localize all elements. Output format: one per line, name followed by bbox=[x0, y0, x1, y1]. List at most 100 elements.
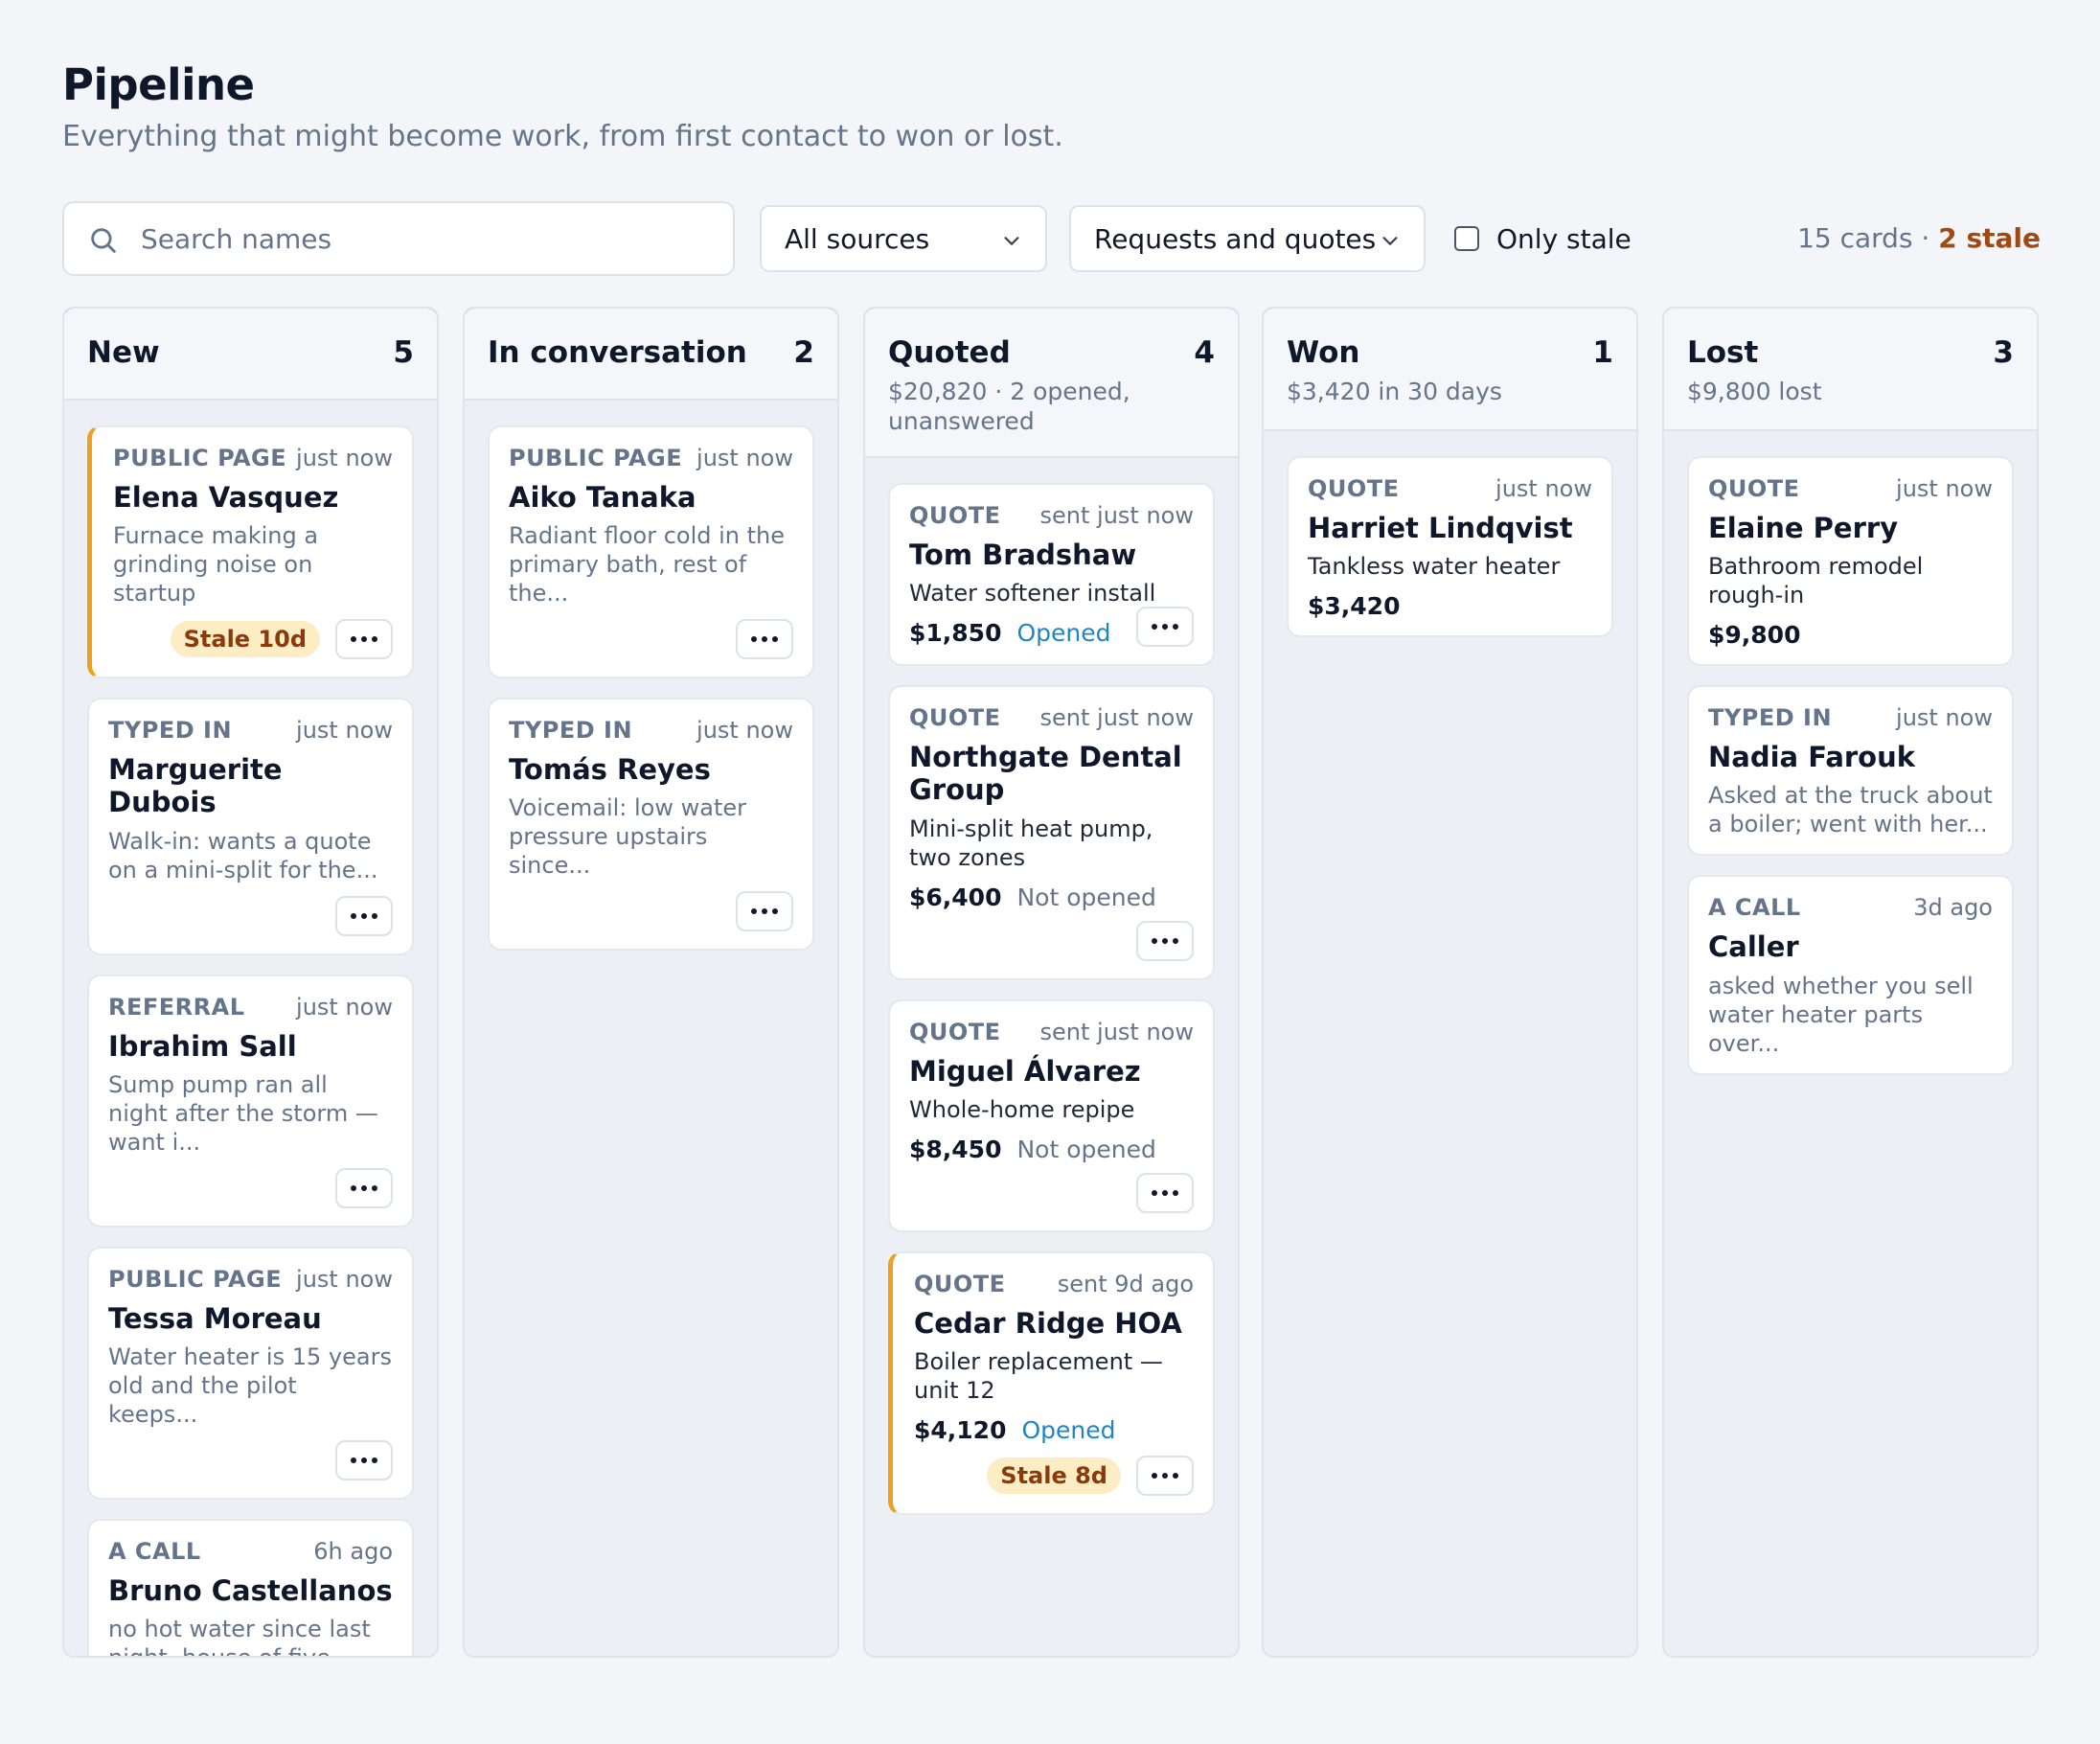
pipeline-card[interactable]: TYPED IN just now Tomás Reyes Voicemail: lo… bbox=[488, 698, 814, 952]
pipeline-card[interactable]: QUOTE sent just now Miguel Álvarez Whole-ho… bbox=[888, 998, 1215, 1232]
pipeline-card[interactable]: QUOTE sent just now Tom Bradshaw Water soft… bbox=[888, 483, 1215, 667]
more-options-button[interactable] bbox=[1136, 920, 1194, 961]
card-name[interactable]: Cedar Ridge HOA bbox=[914, 1307, 1194, 1340]
dot-icon bbox=[1173, 1473, 1178, 1480]
more-options-button[interactable] bbox=[736, 619, 793, 660]
dot-icon bbox=[372, 1457, 377, 1464]
column-summary: $3,420 in 30 days bbox=[1287, 378, 1502, 405]
card-amount: $1,850 bbox=[909, 619, 1002, 648]
card-time: just now bbox=[296, 717, 393, 745]
card-meta: PUBLIC PAGE just now bbox=[108, 1266, 393, 1293]
dot-icon bbox=[762, 636, 767, 643]
only-stale-checkbox[interactable] bbox=[1454, 226, 1479, 251]
card-amount: $6,400 bbox=[909, 883, 1002, 911]
more-options-button[interactable] bbox=[335, 1440, 393, 1481]
card-time: just now bbox=[296, 445, 393, 471]
search-input[interactable] bbox=[141, 203, 716, 274]
dot-icon bbox=[351, 636, 356, 643]
column-header: Won 1 $3,420 in 30 days bbox=[1264, 309, 1636, 431]
pipeline-card[interactable]: PUBLIC PAGE just now Elena Vasquez Furnace … bbox=[87, 425, 414, 679]
search-icon bbox=[91, 228, 116, 253]
column-in-conversation: In conversation 2 PUBLIC PAGE just now Aiko … bbox=[463, 307, 839, 1658]
card-meta: TYPED IN just now bbox=[108, 717, 393, 744]
source-select[interactable]: All sources bbox=[760, 205, 1047, 272]
quote-status: Opened bbox=[1016, 619, 1111, 648]
dot-icon bbox=[1173, 937, 1178, 944]
pipeline-card[interactable]: TYPED IN just now Marguerite Dubois Walk-in… bbox=[87, 698, 414, 955]
card-name[interactable]: Tessa Moreau bbox=[108, 1302, 393, 1335]
card-meta: QUOTE just now bbox=[1308, 475, 1592, 502]
column-title: Won bbox=[1287, 335, 1360, 370]
card-source: QUOTE bbox=[909, 502, 1001, 529]
pipeline-card[interactable]: TYPED IN just now Nadia Farouk Asked at the… bbox=[1687, 685, 2014, 857]
column-header: Lost 3 $9,800 lost bbox=[1664, 309, 2037, 431]
pipeline-card[interactable]: QUOTE just now Harriet Lindqvist Tankless w… bbox=[1287, 456, 1613, 638]
card-meta: TYPED IN just now bbox=[1708, 704, 1993, 731]
more-options-button[interactable] bbox=[335, 895, 393, 936]
column-header: New 5 bbox=[64, 309, 437, 401]
column-header: In conversation 2 bbox=[465, 309, 837, 401]
card-name[interactable]: Northgate Dental Group bbox=[909, 741, 1194, 806]
card-description: no hot water since last night, house of … bbox=[108, 1616, 371, 1656]
card-name[interactable]: Elaine Perry bbox=[1708, 512, 1993, 544]
more-options-button[interactable] bbox=[1136, 1172, 1194, 1213]
column-won: Won 1 $3,420 in 30 days QUOTE just now Harrie… bbox=[1262, 307, 1638, 1658]
more-options-button[interactable] bbox=[335, 619, 393, 660]
dot-icon bbox=[1152, 1189, 1157, 1196]
pipeline-card[interactable]: QUOTE just now Elaine Perry Bathroom remode… bbox=[1687, 456, 2014, 667]
card-name[interactable]: Ibrahim Sall bbox=[108, 1030, 393, 1063]
card-name[interactable]: Bruno Castellanos bbox=[108, 1574, 393, 1607]
card-description: Walk-in: wants a quote on a mini-split f… bbox=[108, 827, 378, 883]
card-name[interactable]: Nadia Farouk bbox=[1708, 741, 1993, 773]
card-name[interactable]: Caller bbox=[1708, 930, 1993, 963]
pipeline-card[interactable]: REFERRAL just now Ibrahim Sall Sump pump ra… bbox=[87, 974, 414, 1228]
dot-icon bbox=[772, 908, 778, 915]
card-description: Bathroom remodel rough-in bbox=[1708, 553, 1924, 609]
card-name[interactable]: Aiko Tanaka bbox=[509, 481, 793, 514]
more-options-button[interactable] bbox=[736, 891, 793, 932]
card-amount-row: $9,800 bbox=[1708, 621, 1993, 649]
dot-icon bbox=[1152, 937, 1157, 944]
card-footer: Stale 8d bbox=[914, 1454, 1194, 1498]
source-select-value: All sources bbox=[785, 222, 930, 255]
card-count: 15 cards bbox=[1797, 222, 1913, 254]
card-name[interactable]: Tom Bradshaw bbox=[909, 539, 1194, 571]
quote-status: Not opened bbox=[1016, 883, 1156, 911]
card-description: Tankless water heater bbox=[1308, 553, 1561, 581]
card-footer: Stale 10d bbox=[113, 617, 393, 661]
card-time: just now bbox=[696, 445, 793, 471]
column-count: 3 bbox=[1993, 335, 2014, 370]
card-name[interactable]: Marguerite Dubois bbox=[108, 753, 393, 818]
card-footer bbox=[909, 919, 1194, 963]
card-description: Mini-split heat pump, two zones bbox=[909, 815, 1153, 871]
card-source: TYPED IN bbox=[509, 717, 633, 745]
pipeline-card[interactable]: QUOTE sent 9d ago Cedar Ridge HOA Boiler re… bbox=[888, 1251, 1215, 1516]
search-box[interactable] bbox=[62, 201, 735, 276]
column-title: New bbox=[87, 335, 160, 370]
card-meta: A CALL 3d ago bbox=[1708, 894, 1993, 921]
page-subtitle: Everything that might become work, from … bbox=[62, 120, 1063, 153]
only-stale-toggle[interactable]: Only stale bbox=[1454, 218, 1632, 259]
view-select[interactable]: Requests and quotes bbox=[1069, 205, 1426, 272]
card-name[interactable]: Miguel Álvarez bbox=[909, 1055, 1194, 1088]
column-count: 5 bbox=[393, 335, 414, 370]
pipeline-card[interactable]: PUBLIC PAGE just now Tessa Moreau Water hea… bbox=[87, 1246, 414, 1501]
card-source: TYPED IN bbox=[108, 717, 233, 745]
dot-icon bbox=[762, 908, 767, 915]
more-options-button[interactable] bbox=[1136, 1456, 1194, 1497]
card-name[interactable]: Elena Vasquez bbox=[113, 481, 393, 514]
card-name[interactable]: Harriet Lindqvist bbox=[1308, 512, 1592, 544]
card-description: Whole-home repipe bbox=[909, 1095, 1135, 1123]
card-amount-row: $4,120 Opened bbox=[914, 1416, 1194, 1444]
pipeline-card[interactable]: A CALL 6h ago Bruno Castellanos no hot wate… bbox=[87, 1519, 414, 1656]
pipeline-card[interactable]: PUBLIC PAGE just now Aiko Tanaka Radiant fl… bbox=[488, 425, 814, 679]
card-meta: QUOTE just now bbox=[1708, 475, 1993, 502]
more-options-button[interactable] bbox=[1136, 607, 1194, 648]
card-amount: $3,420 bbox=[1308, 592, 1401, 621]
pipeline-card[interactable]: QUOTE sent just now Northgate Dental Group… bbox=[888, 685, 1215, 980]
more-options-button[interactable] bbox=[335, 1167, 393, 1208]
card-list: QUOTE just now Elaine Perry Bathroom remode… bbox=[1664, 431, 2037, 1075]
pipeline-card[interactable]: A CALL 3d ago Caller asked whether you sell… bbox=[1687, 875, 2014, 1075]
card-amount-row: $6,400 Not opened bbox=[909, 883, 1194, 911]
card-name[interactable]: Tomás Reyes bbox=[509, 753, 793, 786]
